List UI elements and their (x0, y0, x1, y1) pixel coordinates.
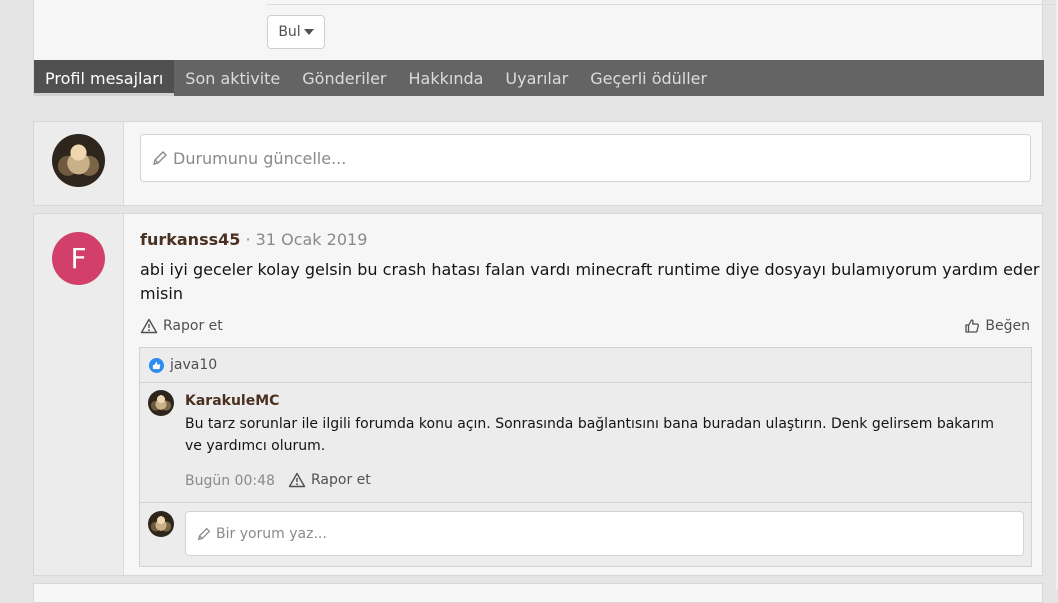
warning-icon (140, 318, 158, 334)
comment-body: Bu tarz sorunlar ile ilgili forumda konu… (185, 416, 995, 454)
profile-header-card: Bul Profil mesajları Son aktivite Gönder… (33, 0, 1058, 96)
tab-profile-messages[interactable]: Profil mesajları (34, 60, 175, 96)
chevron-down-icon (303, 29, 314, 35)
warning-icon (288, 472, 306, 488)
meta-separator: · (240, 230, 256, 249)
comments-section: java10 KarakuleMC Bu tarz sorunlar ile i… (139, 347, 1032, 567)
report-button[interactable]: Rapor et (140, 318, 223, 334)
comment-input[interactable]: Bir yorum yaz... (185, 511, 1024, 556)
status-input[interactable]: Durumunu güncelle... (140, 134, 1031, 182)
pencil-icon (151, 149, 169, 167)
find-button[interactable]: Bul (267, 15, 325, 49)
reply-row: Bir yorum yaz... (140, 503, 1031, 566)
profile-tabs: Profil mesajları Son aktivite Gönderiler… (34, 60, 1044, 96)
status-placeholder: Durumunu güncelle... (173, 148, 347, 168)
message-meta: furkanss45 · 31 Ocak 2019 (140, 230, 367, 249)
status-update-card: Durumunu güncelle... (33, 121, 1043, 206)
like-button[interactable]: Beğen (964, 318, 1030, 334)
avatar-column: F (34, 214, 124, 575)
like-label: Beğen (985, 318, 1030, 334)
tab-about[interactable]: Hakkında (398, 60, 495, 96)
current-user-avatar[interactable] (52, 134, 105, 187)
next-message-card (33, 583, 1043, 603)
tab-posts[interactable]: Gönderiler (291, 60, 397, 96)
profile-message: F furkanss45 · 31 Ocak 2019 abi iyi gece… (33, 213, 1043, 576)
likes-summary: java10 (140, 348, 1031, 383)
find-button-label: Bul (278, 24, 301, 40)
comment-time[interactable]: Bugün 00:48 (185, 473, 275, 489)
comment-author[interactable]: KarakuleMC (185, 393, 279, 409)
tab-warnings[interactable]: Uyarılar (494, 60, 579, 96)
avatar-column (34, 122, 124, 205)
comment-report-button[interactable]: Rapor et (288, 472, 371, 488)
comment-item: KarakuleMC Bu tarz sorunlar ile ilgili f… (140, 383, 1031, 503)
tab-trophies[interactable]: Geçerli ödüller (579, 60, 718, 96)
author-avatar[interactable]: F (52, 232, 105, 285)
message-date[interactable]: 31 Ocak 2019 (256, 230, 368, 249)
pencil-icon (196, 526, 212, 542)
commenter-avatar[interactable] (148, 390, 174, 416)
tab-recent-activity[interactable]: Son aktivite (174, 60, 291, 96)
comment-report-label: Rapor et (311, 472, 371, 488)
divider (267, 4, 1058, 5)
liked-by-user[interactable]: java10 (170, 357, 217, 373)
like-icon (149, 357, 164, 373)
message-author[interactable]: furkanss45 (140, 230, 240, 249)
comment-placeholder: Bir yorum yaz... (216, 525, 327, 542)
message-body: abi iyi geceler kolay gelsin bu crash ha… (140, 260, 1040, 303)
reply-user-avatar[interactable] (148, 511, 174, 537)
thumbs-up-icon (965, 319, 980, 333)
report-label: Rapor et (163, 318, 223, 334)
